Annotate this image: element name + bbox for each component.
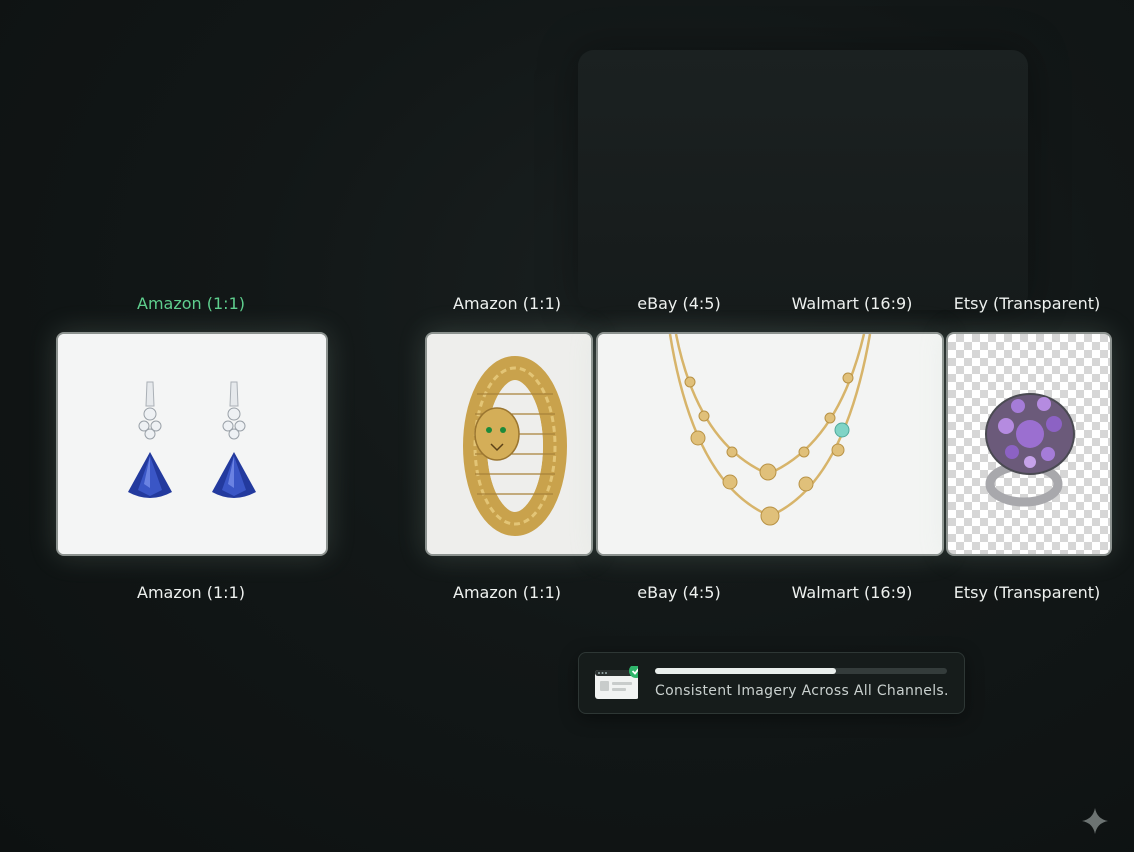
progress-fill xyxy=(655,668,837,674)
ring-image xyxy=(985,393,1075,507)
label-top-amazon: Amazon (1:1) xyxy=(453,294,561,313)
sparkle-icon xyxy=(1082,808,1108,834)
label-top-ebay: eBay (4:5) xyxy=(637,294,721,313)
label-top-etsy: Etsy (Transparent) xyxy=(953,294,1101,313)
label-bottom-etsy: Etsy (Transparent) xyxy=(953,583,1101,602)
browser-window-check-icon xyxy=(594,664,643,700)
label-bottom-walmart: Walmart (16:9) xyxy=(791,583,913,602)
earrings-card[interactable] xyxy=(56,332,328,556)
progress-bar xyxy=(655,668,947,674)
ghost-panel xyxy=(578,50,1028,310)
label-top-walmart: Walmart (16:9) xyxy=(791,294,913,313)
label-top-amazon-selected: Amazon (1:1) xyxy=(137,294,245,313)
bracelet-image xyxy=(427,334,591,554)
necklace-image xyxy=(598,334,942,554)
earrings-image xyxy=(58,334,326,554)
workspace-canvas: Amazon (1:1) Amazon (1:1) eBay (4:5) Wal… xyxy=(0,0,1134,852)
necklace-card[interactable] xyxy=(596,332,944,556)
status-toast: Consistent Imagery Across All Channels. xyxy=(578,652,965,714)
toast-message: Consistent Imagery Across All Channels. xyxy=(655,683,949,699)
label-bottom-ebay: eBay (4:5) xyxy=(637,583,721,602)
label-bottom-amazon: Amazon (1:1) xyxy=(453,583,561,602)
ring-card[interactable] xyxy=(946,332,1112,556)
bracelet-card[interactable] xyxy=(425,332,593,556)
label-bottom-amazon-left: Amazon (1:1) xyxy=(137,583,245,602)
